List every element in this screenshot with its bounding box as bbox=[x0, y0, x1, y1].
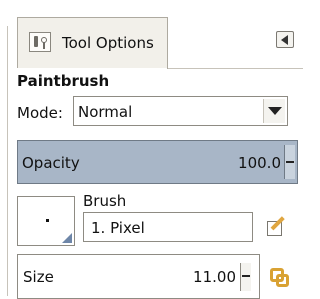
size-value: 11.00 bbox=[193, 268, 236, 286]
opacity-value: 100.0 bbox=[238, 154, 281, 172]
size-slider[interactable]: Size 11.00 bbox=[17, 254, 260, 299]
brush-label: Brush bbox=[83, 192, 127, 210]
tab-baseline bbox=[168, 68, 303, 69]
brush-name-value: 1. Pixel bbox=[91, 219, 145, 237]
panel-left-border bbox=[7, 26, 8, 296]
link-size-icon[interactable] bbox=[267, 266, 291, 290]
opacity-slider[interactable]: Opacity 100.0 bbox=[17, 140, 298, 184]
brush-preview-button[interactable] bbox=[17, 196, 75, 246]
edit-brush-icon[interactable] bbox=[266, 216, 290, 239]
opacity-spinner[interactable] bbox=[284, 145, 295, 179]
tab-label: Tool Options bbox=[62, 34, 154, 52]
panel-menu-button[interactable] bbox=[276, 31, 294, 48]
size-spinner[interactable] bbox=[240, 263, 251, 291]
mode-dropdown[interactable]: Normal bbox=[73, 96, 288, 126]
brush-name-field[interactable]: 1. Pixel bbox=[83, 212, 253, 242]
dropdown-arrow-icon[interactable] bbox=[263, 99, 285, 123]
tab-tool-options[interactable]: Tool Options bbox=[17, 17, 168, 68]
left-arrow-menu-icon bbox=[281, 35, 288, 45]
tool-title: Paintbrush bbox=[17, 72, 110, 90]
tool-options-icon bbox=[29, 32, 51, 52]
mode-label: Mode: bbox=[17, 104, 63, 122]
brush-dot bbox=[46, 219, 49, 222]
size-label: Size bbox=[23, 268, 54, 286]
brush-corner-icon bbox=[62, 233, 72, 243]
opacity-label: Opacity bbox=[22, 154, 80, 172]
mode-value: Normal bbox=[78, 103, 133, 121]
tab-edge bbox=[167, 17, 168, 69]
